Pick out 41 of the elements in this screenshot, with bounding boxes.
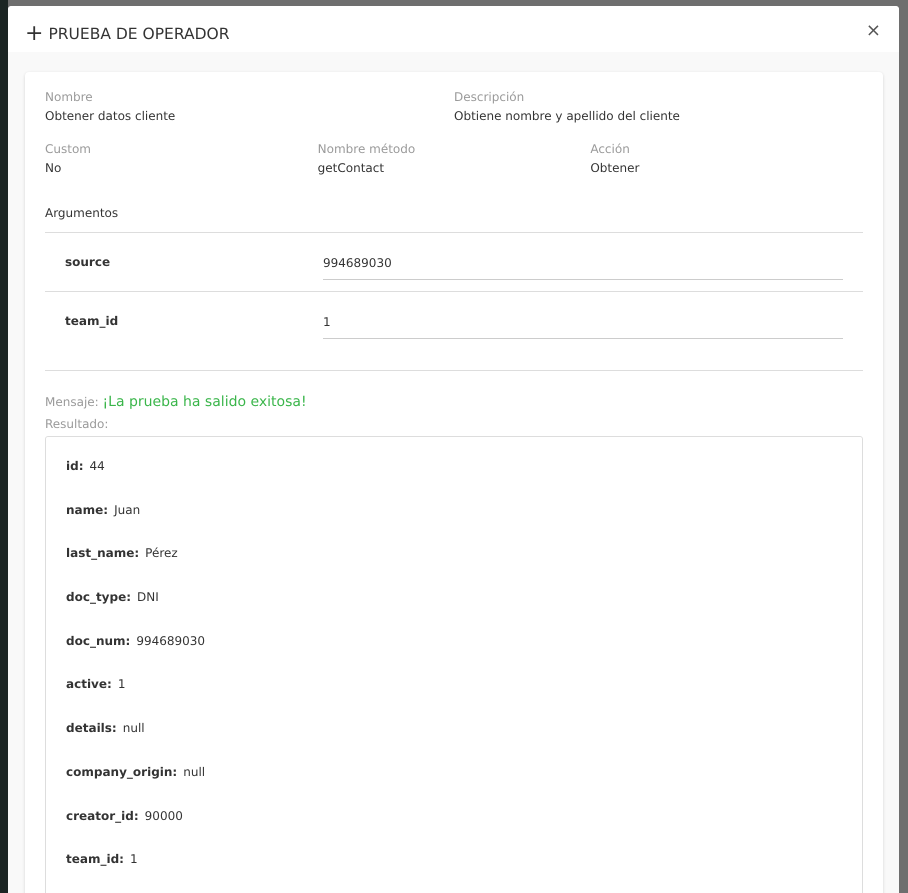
field-value: Obtener: [590, 160, 640, 177]
result-key: last_name:: [66, 546, 140, 560]
success-message: ¡La prueba ha salido exitosa!: [102, 394, 307, 410]
input-field[interactable]: 1: [323, 303, 843, 339]
result-value: 44: [90, 459, 105, 473]
field-value: Obtener datos cliente: [45, 108, 176, 125]
result-value: 1: [118, 677, 126, 692]
input-field[interactable]: 994689030: [323, 244, 843, 280]
result-key: team_id:: [66, 852, 124, 866]
result-key: company_origin:: [66, 764, 178, 779]
result-value: 90000: [144, 808, 183, 822]
field-label: Descripción: [454, 89, 526, 106]
plus-icon: +: [25, 23, 44, 45]
result-key: doc_num:: [66, 634, 130, 648]
result-value: Juan: [114, 502, 140, 517]
field-value: getContact: [318, 160, 386, 177]
result-value: null: [183, 764, 206, 779]
argument-name: source: [65, 255, 112, 269]
message-label: Mensaje:: [45, 395, 99, 409]
result-key: doc_type:: [66, 590, 132, 604]
result-key: details:: [66, 721, 117, 736]
result-value: null: [122, 721, 145, 736]
argument-name: team_id: [65, 314, 120, 328]
result-key: name:: [66, 502, 108, 517]
result-key: creator_id:: [66, 808, 139, 822]
result-value: 994689030: [136, 634, 206, 648]
field-value: Obtiene nombre y apellido del cliente: [454, 108, 681, 125]
field-label: Acción: [590, 141, 631, 158]
section-title: Argumentos: [45, 204, 863, 233]
field-label: Custom: [45, 141, 92, 158]
field-label: Nombre: [45, 89, 94, 106]
result-label: Resultado:: [45, 416, 110, 433]
result-value: Pérez: [145, 546, 178, 560]
field-value: No: [45, 160, 62, 177]
result-key: active:: [66, 677, 112, 692]
modal-title: PRUEBA DE OPERADOR: [48, 25, 230, 43]
result-value: DNI: [137, 590, 159, 604]
result-value: 1: [130, 852, 138, 866]
close-button[interactable]: ×: [866, 20, 881, 40]
field-label: Nombre método: [318, 141, 416, 158]
result-key: id:: [66, 459, 84, 473]
